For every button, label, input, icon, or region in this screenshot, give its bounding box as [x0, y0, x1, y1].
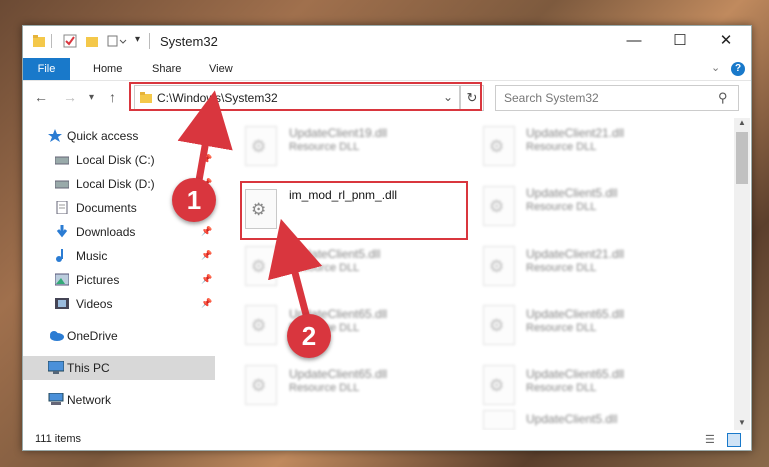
arrow-to-file — [268, 218, 323, 323]
callout-badge-1: 1 — [172, 178, 216, 222]
callout-badge-2: 2 — [287, 314, 331, 358]
arrow-to-address-bar — [177, 90, 233, 187]
callout-arrows — [177, 90, 323, 323]
